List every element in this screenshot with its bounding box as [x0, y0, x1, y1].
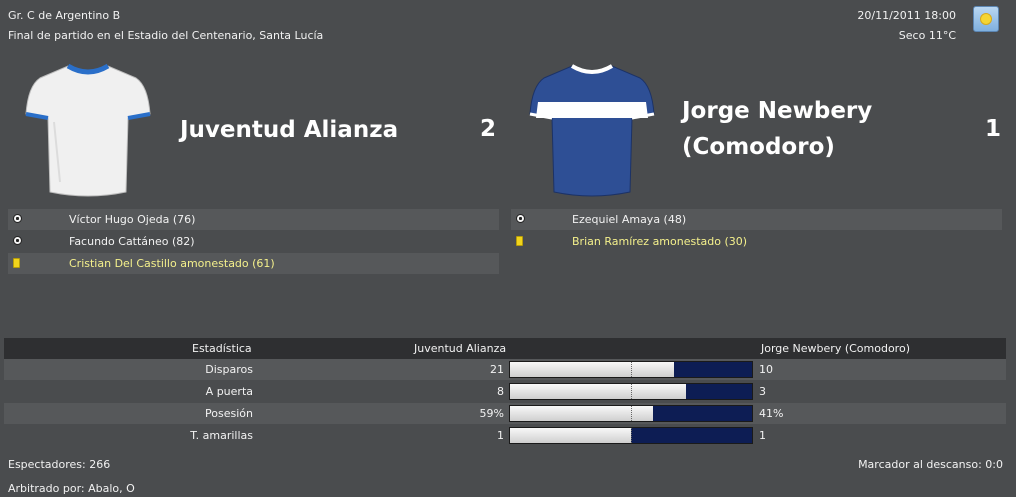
home-event-row: Facundo Cattáneo (82) — [8, 231, 499, 252]
match-datetime: 20/11/2011 18:00 — [857, 9, 956, 22]
stat-home-value: 8 — [497, 385, 504, 398]
ball-icon — [516, 214, 525, 223]
attendance: Espectadores: 266 — [8, 458, 111, 471]
stat-label: Posesión — [205, 407, 253, 420]
home-event-row: Víctor Hugo Ojeda (76) — [8, 209, 499, 230]
event-text[interactable]: Víctor Hugo Ojeda (76) — [69, 209, 195, 230]
event-text[interactable]: Ezequiel Amaya (48) — [572, 209, 686, 230]
stat-away-value: 3 — [759, 385, 766, 398]
away-shirt-icon — [529, 64, 655, 197]
stats-header: Estadística Juventud Alianza Jorge Newbe… — [4, 338, 1006, 359]
stat-bar-home-fill — [510, 362, 674, 377]
stat-bar — [509, 427, 753, 444]
away-event-row: Brian Ramírez amonestado (30) — [511, 231, 1002, 252]
stat-bar-home-fill — [510, 428, 631, 443]
stat-row: Posesión 59% 41% — [4, 403, 1006, 424]
yellow-card-icon — [13, 258, 20, 268]
stat-away-value: 41% — [759, 407, 784, 420]
stat-away-value: 1 — [759, 429, 766, 442]
event-text[interactable]: Cristian Del Castillo amonestado (61) — [69, 253, 275, 274]
away-team-name-line1[interactable]: Jorge Newbery — [682, 93, 872, 129]
stat-label: T. amarillas — [190, 429, 253, 442]
weather-text: Seco 11°C — [898, 29, 956, 42]
stat-home-value: 21 — [490, 363, 504, 376]
stat-row: T. amarillas 1 1 — [4, 425, 1006, 446]
halftime-score: Marcador al descanso: 0:0 — [858, 458, 1003, 471]
stats-header-away: Jorge Newbery (Comodoro) — [761, 342, 910, 355]
away-event-row: Ezequiel Amaya (48) — [511, 209, 1002, 230]
ball-icon — [13, 236, 22, 245]
home-team-name[interactable]: Juventud Alianza — [180, 112, 398, 148]
stat-row: A puerta 8 3 — [4, 381, 1006, 402]
stats-header-home: Juventud Alianza — [414, 342, 507, 355]
event-text[interactable]: Brian Ramírez amonestado (30) — [572, 231, 747, 252]
home-shirt-icon — [25, 63, 151, 197]
event-text[interactable]: Facundo Cattáneo (82) — [69, 231, 195, 252]
yellow-card-icon — [516, 236, 523, 246]
referee[interactable]: Arbitrado por: Abalo, O — [8, 482, 135, 495]
away-score: 1 — [985, 116, 1002, 142]
stat-bar — [509, 361, 753, 378]
sun-icon — [973, 6, 999, 32]
ball-icon — [13, 214, 22, 223]
stat-row: Disparos 21 10 — [4, 359, 1006, 380]
stat-bar — [509, 405, 753, 422]
home-event-row: Cristian Del Castillo amonestado (61) — [8, 253, 499, 274]
stats-header-label: Estadística — [192, 342, 252, 355]
competition-label: Gr. C de Argentino B — [8, 9, 121, 22]
stat-home-value: 1 — [497, 429, 504, 442]
away-team-name-line2[interactable]: (Comodoro) — [682, 129, 835, 165]
stat-away-value: 10 — [759, 363, 773, 376]
stat-bar — [509, 383, 753, 400]
stat-home-value: 59% — [479, 407, 504, 420]
stat-label: Disparos — [205, 363, 253, 376]
stat-label: A puerta — [205, 385, 253, 398]
match-info: Final de partido en el Estadio del Cente… — [8, 29, 324, 42]
stat-bar-home-fill — [510, 384, 686, 399]
home-score: 2 — [480, 116, 497, 142]
